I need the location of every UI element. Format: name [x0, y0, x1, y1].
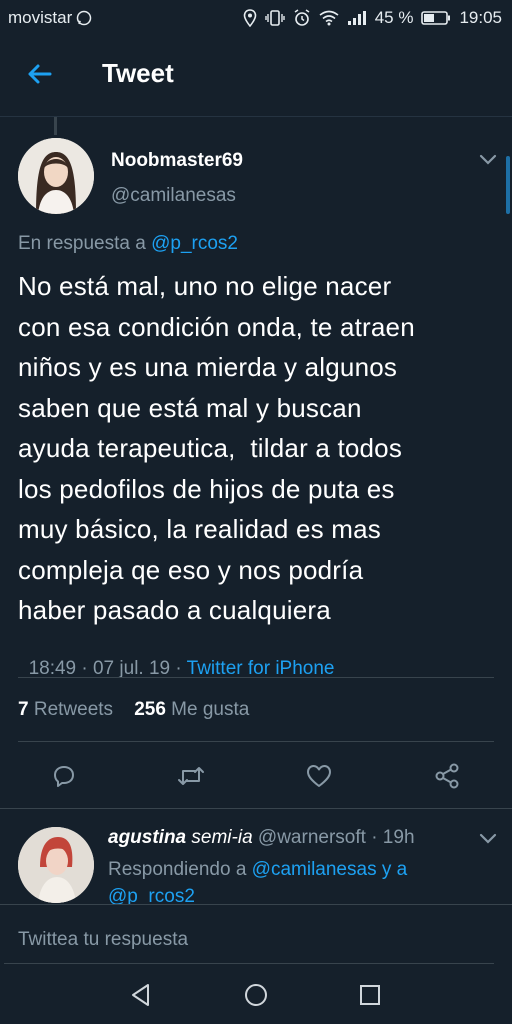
- author-avatar[interactable]: [18, 138, 94, 214]
- location-icon: [243, 9, 257, 27]
- reply-avatar-image: [18, 827, 94, 903]
- tweet-line: con esa condición onda, te atraen: [18, 311, 415, 342]
- tweet-text: No está mal, uno no elige nacer con esa …: [18, 266, 496, 631]
- tweet-source-link[interactable]: Twitter for iPhone: [187, 658, 335, 679]
- replying-prefix: Respondiendo a: [108, 859, 247, 880]
- signal-icon: [347, 11, 366, 25]
- divider: [18, 677, 494, 678]
- retweets-label: Retweets: [33, 699, 114, 720]
- like-button[interactable]: [305, 762, 333, 790]
- tweet-line: los pedofilos de hijos de puta es: [18, 473, 395, 504]
- avatar-image: [18, 138, 94, 214]
- tweet-line: muy básico, la realidad es mas: [18, 514, 381, 544]
- likes-count: 256: [134, 699, 166, 720]
- retweets-stat[interactable]: 7 Retweets: [18, 699, 113, 720]
- retweets-count: 7: [18, 699, 29, 720]
- nav-home-button[interactable]: [243, 982, 269, 1013]
- tweet-line: No está mal, uno no elige nacer: [18, 271, 392, 301]
- status-left: movistar: [8, 8, 92, 28]
- tweet-menu-button[interactable]: [476, 150, 500, 170]
- share-button[interactable]: [433, 762, 461, 790]
- alarm-icon: [294, 9, 310, 26]
- section-divider: [0, 808, 512, 809]
- nav-home-icon: [245, 984, 267, 1006]
- vibrate-icon: [265, 10, 285, 26]
- reply-input[interactable]: Twittea tu respuesta: [4, 911, 494, 964]
- back-button[interactable]: [22, 56, 58, 92]
- retweet-button[interactable]: [176, 762, 206, 790]
- whatsapp-icon: [76, 10, 92, 26]
- page-title: Tweet: [102, 58, 174, 88]
- nav-back-icon: [132, 984, 149, 1006]
- retweet-icon: [178, 767, 204, 785]
- author-name[interactable]: Noobmaster69: [111, 150, 243, 172]
- battery-percent: 45 %: [374, 8, 414, 27]
- battery-icon: [421, 11, 451, 25]
- tweet-stats: 7 Retweets 256 Me gusta: [18, 699, 249, 721]
- tweet-line: niños y es una mierda y algunos: [18, 352, 398, 382]
- replying-to-link-1[interactable]: @camilanesas y a: [252, 859, 408, 880]
- reply-to-link[interactable]: @p_rcos2: [151, 233, 238, 254]
- reply-prefix: En respuesta a: [18, 233, 146, 254]
- chevron-down-icon: [479, 833, 497, 844]
- thread-connector: [54, 117, 57, 135]
- author-handle[interactable]: @camilanesas: [111, 185, 236, 207]
- system-nav-bar: [0, 964, 512, 1024]
- chevron-down-icon: [479, 154, 497, 165]
- reply-author-suffix: semi-ia: [191, 827, 253, 848]
- reply-replying-to: Respondiendo a @camilanesas y a @p_rcos2: [108, 856, 407, 910]
- wifi-icon: [319, 10, 339, 26]
- tweet-line: compleja qe eso y nos podría: [18, 554, 364, 585]
- reply-time: · 19h: [371, 827, 415, 848]
- reply-button[interactable]: [50, 762, 78, 790]
- tweet-timestamp: 18:49 · 07 jul. 19 ·: [28, 658, 187, 679]
- nav-recents-button[interactable]: [357, 982, 383, 1013]
- app-bar: Tweet: [0, 36, 512, 117]
- reply-placeholder: Twittea tu respuesta: [18, 929, 189, 950]
- reply-menu-button[interactable]: [476, 829, 500, 849]
- back-arrow-icon: [28, 64, 52, 84]
- status-right: 45 % 19:05: [243, 8, 502, 28]
- reply-author-name[interactable]: agustina: [108, 827, 186, 848]
- carrier-label: movistar: [8, 8, 73, 27]
- share-icon: [435, 763, 459, 789]
- tweet-line: ayuda terapeutica, tildar a todos: [18, 433, 403, 463]
- status-bar: movistar 45 % 19:05: [0, 0, 512, 36]
- tweet-line: haber pasado a cualquiera: [18, 595, 331, 625]
- divider: [18, 741, 494, 742]
- tweet-meta: 18:49 · 07 jul. 19 · Twitter for iPhone: [18, 636, 335, 680]
- clock: 19:05: [459, 8, 502, 27]
- reply-composer: Twittea tu respuesta: [0, 904, 512, 965]
- scroll-indicator[interactable]: [506, 156, 510, 214]
- likes-stat[interactable]: 256 Me gusta: [134, 699, 249, 720]
- reply-context: En respuesta a @p_rcos2: [18, 233, 238, 255]
- reply-author-row: agustina semi-ia @warnersoft · 19h: [108, 827, 415, 849]
- nav-recents-icon: [360, 985, 380, 1005]
- reply-author-handle[interactable]: @warnersoft: [258, 827, 366, 848]
- reply-avatar[interactable]: [18, 827, 94, 903]
- like-icon: [307, 765, 331, 787]
- nav-back-button[interactable]: [128, 982, 154, 1013]
- reply-icon: [54, 766, 74, 787]
- tweet-line: saben que está mal y buscan: [18, 392, 362, 423]
- likes-label: Me gusta: [171, 699, 250, 720]
